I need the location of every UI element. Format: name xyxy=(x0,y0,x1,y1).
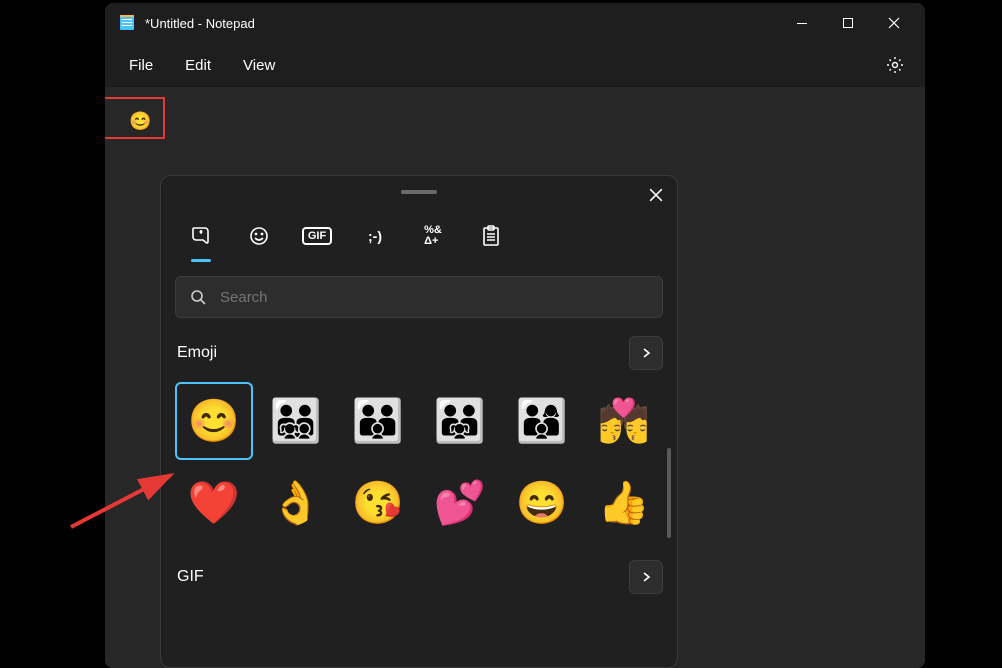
emoji-item[interactable]: 👌 xyxy=(257,464,335,542)
emoji-item[interactable]: 💏 xyxy=(585,382,663,460)
settings-button[interactable] xyxy=(873,47,917,83)
emoji-section-expand[interactable] xyxy=(629,336,663,370)
tab-gif[interactable]: GIF xyxy=(301,220,333,252)
emoji-item[interactable]: 👨‍👨‍👦 xyxy=(339,382,417,460)
menu-view[interactable]: View xyxy=(227,49,291,82)
gif-label: GIF xyxy=(302,227,332,245)
search-box[interactable] xyxy=(175,276,663,318)
symbols-label: %& Δ+ xyxy=(424,225,442,247)
window-title: *Untitled - Notepad xyxy=(145,16,779,31)
emoji-item[interactable]: 👍 xyxy=(585,464,663,542)
close-button[interactable] xyxy=(871,3,917,43)
picker-close-button[interactable] xyxy=(645,184,667,206)
search-row xyxy=(161,256,677,330)
gif-section-title: GIF xyxy=(177,568,204,586)
emoji-grid: 😊 👨‍👨‍👧‍👦 👨‍👨‍👦 👨‍👨‍👧 👨‍👩‍👦 💏 ❤️ 👌 😘 💕 😄… xyxy=(161,380,677,544)
scrollbar[interactable] xyxy=(667,448,671,538)
inserted-emoji: 😊 xyxy=(129,111,151,132)
menu-file[interactable]: File xyxy=(113,49,169,82)
minimize-button[interactable] xyxy=(779,3,825,43)
emoji-picker-panel: GIF ;-) %& Δ+ Emoji xyxy=(160,175,678,668)
tab-clipboard[interactable] xyxy=(475,220,507,252)
emoji-item[interactable]: ❤️ xyxy=(175,464,253,542)
maximize-button[interactable] xyxy=(825,3,871,43)
menubar: File Edit View xyxy=(105,43,925,87)
gif-section-header: GIF xyxy=(161,544,677,604)
emoji-item[interactable]: 😘 xyxy=(339,464,417,542)
search-icon xyxy=(190,289,206,305)
tab-kaomoji[interactable]: ;-) xyxy=(359,220,391,252)
window-controls xyxy=(779,3,917,43)
emoji-item[interactable]: 👨‍👨‍👧 xyxy=(421,382,499,460)
drag-handle xyxy=(401,190,437,194)
emoji-section-header: Emoji xyxy=(161,330,677,380)
picker-tabs: GIF ;-) %& Δ+ xyxy=(161,208,677,256)
titlebar: *Untitled - Notepad xyxy=(105,3,925,43)
tab-emoji[interactable] xyxy=(243,220,275,252)
tab-symbols[interactable]: %& Δ+ xyxy=(417,220,449,252)
emoji-item[interactable]: 😊 xyxy=(175,382,253,460)
emoji-item[interactable]: 💕 xyxy=(421,464,499,542)
search-input[interactable] xyxy=(220,289,648,306)
menu-edit[interactable]: Edit xyxy=(169,49,227,82)
gif-section-expand[interactable] xyxy=(629,560,663,594)
emoji-item[interactable]: 👨‍👨‍👧‍👦 xyxy=(257,382,335,460)
emoji-item[interactable]: 😄 xyxy=(503,464,581,542)
notepad-app-icon xyxy=(119,15,135,31)
picker-drag-area[interactable] xyxy=(161,176,677,208)
emoji-section-title: Emoji xyxy=(177,344,217,362)
kaomoji-label: ;-) xyxy=(368,228,382,244)
emoji-item[interactable]: 👨‍👩‍👦 xyxy=(503,382,581,460)
tab-recent[interactable] xyxy=(185,220,217,252)
